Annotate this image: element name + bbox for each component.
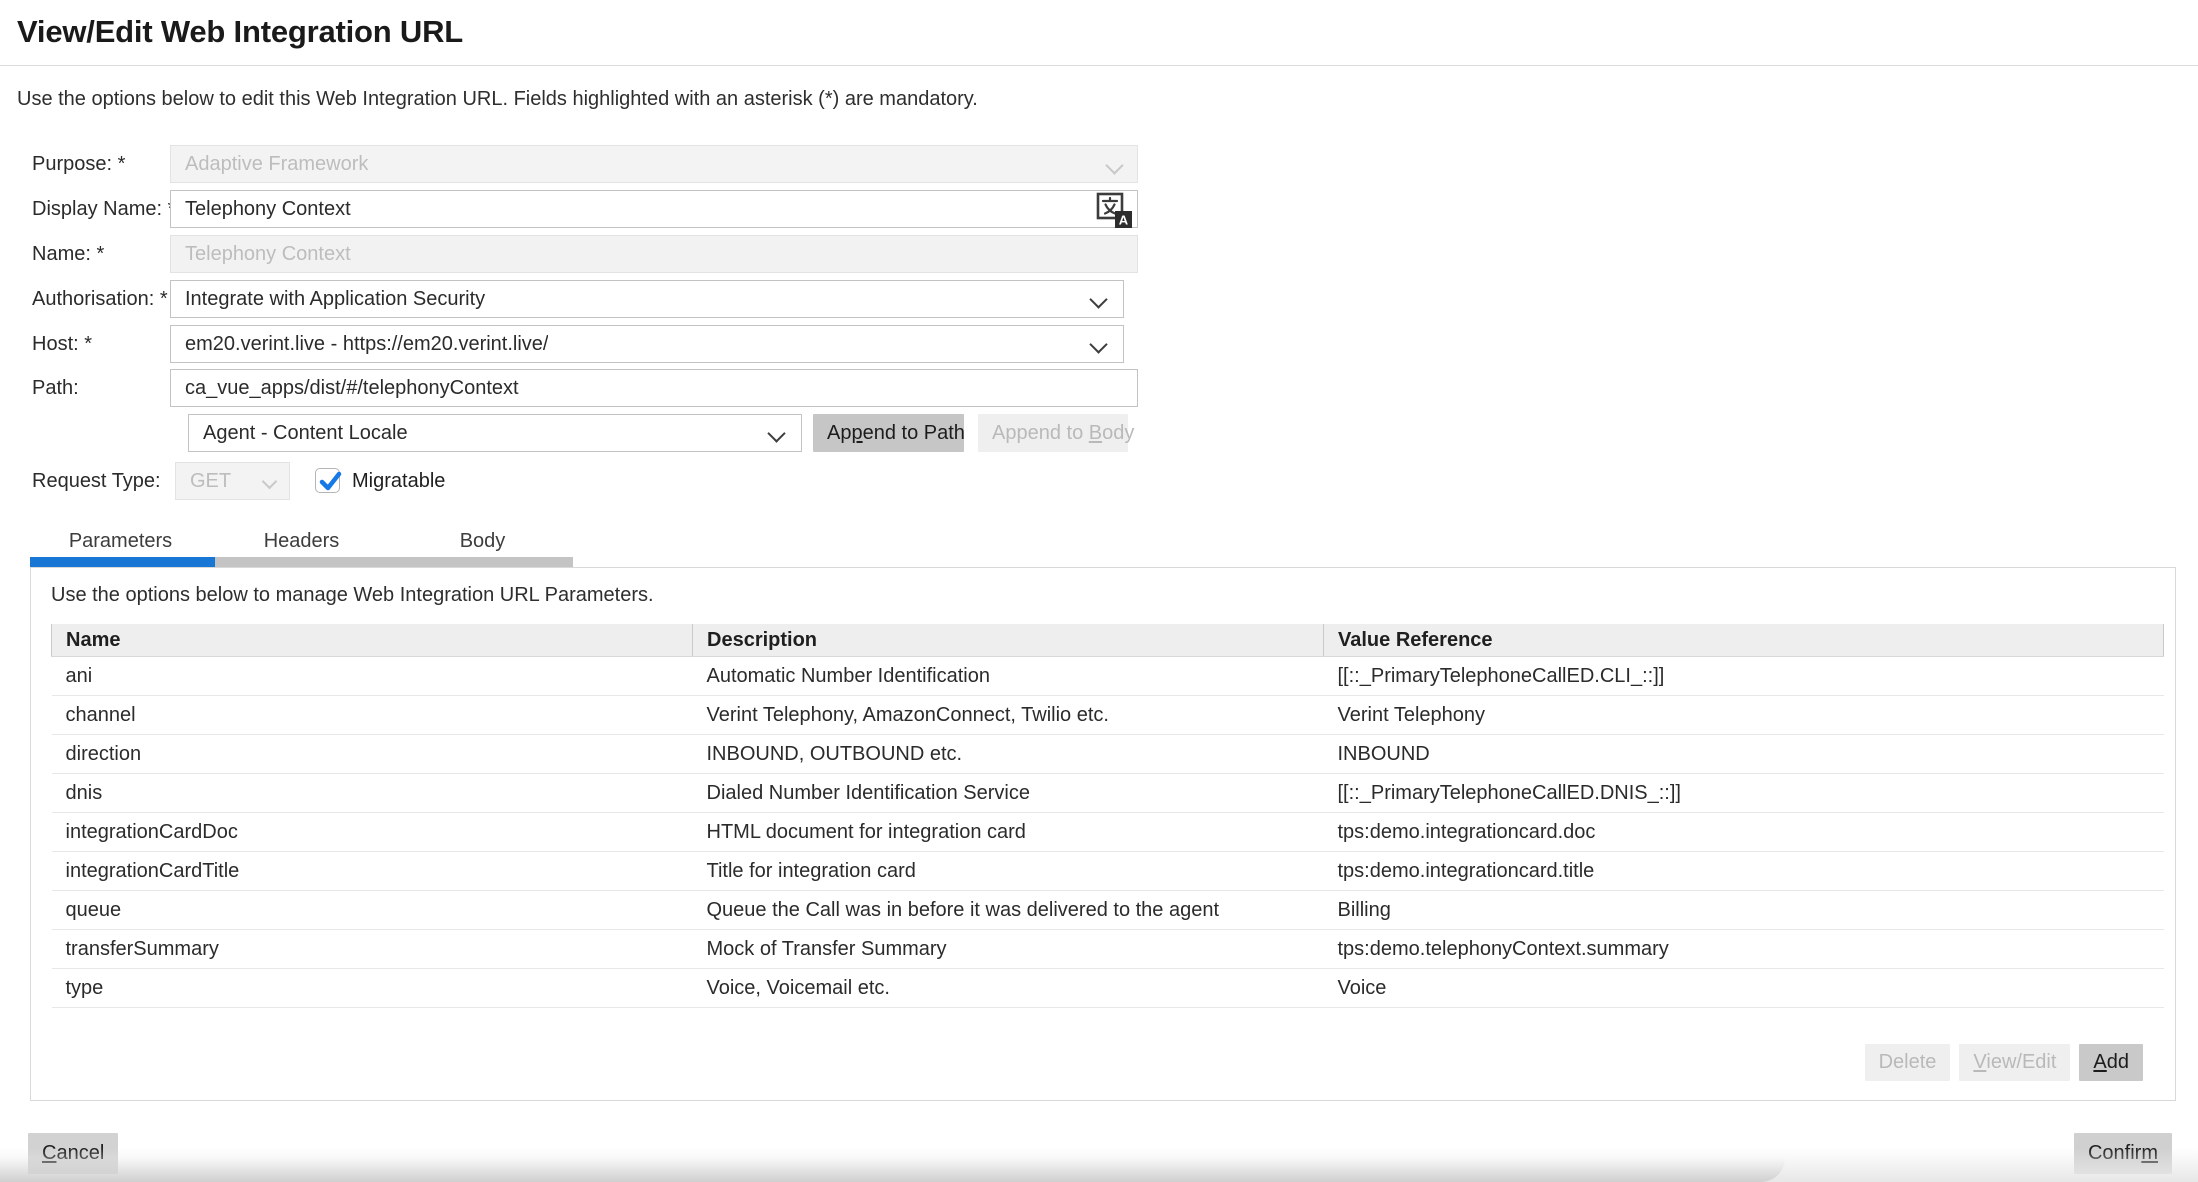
checkmark-icon <box>317 468 345 496</box>
display-name-label: Display Name: * <box>32 190 175 228</box>
cell-value-reference: [[::_PrimaryTelephoneCallED.CLI_::]] <box>1324 657 2164 696</box>
authorisation-select[interactable]: Integrate with Application Security <box>170 280 1124 318</box>
cell-name: transferSummary <box>52 930 693 969</box>
table-row[interactable]: queueQueue the Call was in before it was… <box>52 891 2164 930</box>
cell-name: type <box>52 969 693 1008</box>
cancel-button[interactable]: Cancel <box>28 1133 118 1174</box>
table-row[interactable]: dnisDialed Number Identification Service… <box>52 774 2164 813</box>
column-header-value-reference[interactable]: Value Reference <box>1324 624 2164 657</box>
cell-description: Verint Telephony, AmazonConnect, Twilio … <box>693 696 1324 735</box>
path-input[interactable] <box>170 369 1138 407</box>
cell-name: dnis <box>52 774 693 813</box>
request-type-value: GET <box>190 470 231 493</box>
purpose-value: Adaptive Framework <box>185 153 368 176</box>
cell-description: Automatic Number Identification <box>693 657 1324 696</box>
page-title: View/Edit Web Integration URL <box>17 14 463 50</box>
host-select[interactable]: em20.verint.live - https://em20.verint.l… <box>170 325 1124 363</box>
name-input <box>170 235 1138 273</box>
cell-description: Voice, Voicemail etc. <box>693 969 1324 1008</box>
parameters-panel: Use the options below to manage Web Inte… <box>30 567 2176 1101</box>
cell-name: queue <box>52 891 693 930</box>
cell-value-reference: Verint Telephony <box>1324 696 2164 735</box>
translate-icon[interactable]: A <box>1091 191 1135 233</box>
path-label: Path: <box>32 369 79 407</box>
column-header-name[interactable]: Name <box>52 624 693 657</box>
tab-headers[interactable]: Headers <box>211 526 392 557</box>
bottom-gradient <box>0 1148 2198 1182</box>
cell-value-reference: tps:demo.integrationcard.doc <box>1324 813 2164 852</box>
cell-description: HTML document for integration card <box>693 813 1324 852</box>
table-row[interactable]: integrationCardDocHTML document for inte… <box>52 813 2164 852</box>
tab-parameters[interactable]: Parameters <box>30 526 211 557</box>
append-to-body-button: Append to Body <box>978 414 1128 452</box>
name-label: Name: * <box>32 235 104 273</box>
table-row[interactable]: channelVerint Telephony, AmazonConnect, … <box>52 696 2164 735</box>
panel-actions: Delete View/Edit Add <box>1865 1044 2143 1081</box>
table-row[interactable]: typeVoice, Voicemail etc.Voice <box>52 969 2164 1008</box>
table-header-row: Name Description Value Reference <box>52 624 2164 657</box>
migratable-label: Migratable <box>352 462 445 500</box>
cell-description: INBOUND, OUTBOUND etc. <box>693 735 1324 774</box>
tab-underline-active <box>30 557 215 567</box>
cell-name: ani <box>52 657 693 696</box>
column-header-description[interactable]: Description <box>693 624 1324 657</box>
chevron-down-icon <box>1089 335 1107 353</box>
delete-button: Delete <box>1865 1044 1951 1081</box>
tab-underline-track <box>215 557 573 567</box>
cell-value-reference: [[::_PrimaryTelephoneCallED.DNIS_::]] <box>1324 774 2164 813</box>
cell-description: Dialed Number Identification Service <box>693 774 1324 813</box>
authorisation-value: Integrate with Application Security <box>185 288 485 311</box>
host-value: em20.verint.live - https://em20.verint.l… <box>185 333 548 356</box>
table-row[interactable]: transferSummaryMock of Transfer Summaryt… <box>52 930 2164 969</box>
purpose-label: Purpose: * <box>32 145 125 183</box>
table-row[interactable]: directionINBOUND, OUTBOUND etc.INBOUND <box>52 735 2164 774</box>
chevron-down-icon <box>1105 156 1123 174</box>
cell-name: channel <box>52 696 693 735</box>
locale-value: Agent - Content Locale <box>203 422 408 445</box>
parameters-table-body: aniAutomatic Number Identification[[::_P… <box>52 657 2164 1008</box>
header-divider <box>0 65 2198 66</box>
cell-value-reference: tps:demo.telephonyContext.summary <box>1324 930 2164 969</box>
cell-value-reference: tps:demo.integrationcard.title <box>1324 852 2164 891</box>
cell-name: direction <box>52 735 693 774</box>
svg-text:A: A <box>1119 213 1129 228</box>
chevron-down-icon <box>262 474 278 490</box>
view-edit-web-integration-url-dialog: View/Edit Web Integration URL Use the op… <box>0 0 2198 1182</box>
authorisation-label: Authorisation: * <box>32 280 168 318</box>
chevron-down-icon <box>767 424 785 442</box>
chevron-down-icon <box>1089 290 1107 308</box>
parameters-table: Name Description Value Reference aniAuto… <box>51 624 2164 1008</box>
host-label: Host: * <box>32 325 92 363</box>
cell-value-reference: Voice <box>1324 969 2164 1008</box>
add-button[interactable]: Add <box>2079 1044 2143 1081</box>
panel-note: Use the options below to manage Web Inte… <box>51 584 654 607</box>
view-edit-button: View/Edit <box>1959 1044 2070 1081</box>
locale-select[interactable]: Agent - Content Locale <box>188 414 802 452</box>
cell-value-reference: Billing <box>1324 891 2164 930</box>
page-subtitle: Use the options below to edit this Web I… <box>17 88 978 111</box>
cell-name: integrationCardDoc <box>52 813 693 852</box>
purpose-select: Adaptive Framework <box>170 145 1138 183</box>
cell-description: Queue the Call was in before it was deli… <box>693 891 1324 930</box>
confirm-button[interactable]: Confirm <box>2074 1133 2172 1174</box>
tab-body[interactable]: Body <box>392 526 573 557</box>
display-name-input[interactable] <box>170 190 1138 228</box>
table-row[interactable]: aniAutomatic Number Identification[[::_P… <box>52 657 2164 696</box>
cell-name: integrationCardTitle <box>52 852 693 891</box>
table-row[interactable]: integrationCardTitleTitle for integratio… <box>52 852 2164 891</box>
append-to-path-button[interactable]: Append to Path <box>813 414 964 452</box>
request-type-select: GET <box>175 462 290 500</box>
migratable-checkbox[interactable] <box>315 468 340 493</box>
cell-description: Title for integration card <box>693 852 1324 891</box>
cell-description: Mock of Transfer Summary <box>693 930 1324 969</box>
request-type-label: Request Type: <box>32 462 161 500</box>
bottom-shadow <box>0 1158 1785 1182</box>
cell-value-reference: INBOUND <box>1324 735 2164 774</box>
